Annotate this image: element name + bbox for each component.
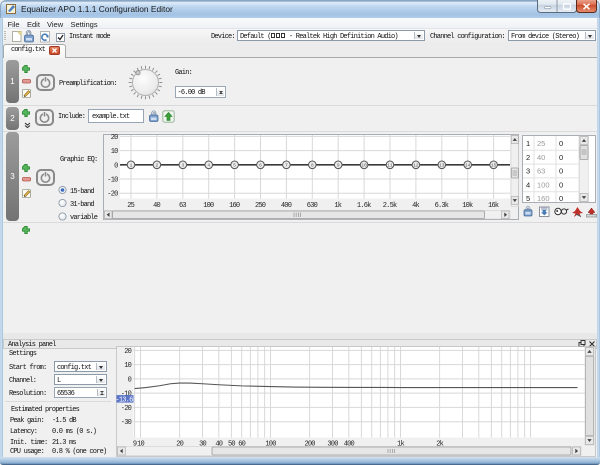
- svg-text:0: 0: [559, 167, 563, 176]
- svg-text:-20: -20: [107, 191, 118, 199]
- svg-text:-13.6: -13.6: [116, 396, 133, 404]
- svg-text:40: 40: [153, 202, 160, 210]
- svg-text:4k: 4k: [412, 202, 419, 210]
- svg-text:63: 63: [179, 202, 186, 210]
- svg-text:40: 40: [537, 153, 545, 162]
- svg-text:3: 3: [526, 167, 530, 176]
- svg-text:9: 9: [337, 163, 340, 169]
- svg-text:0: 0: [114, 162, 118, 170]
- svg-text:25: 25: [127, 202, 134, 210]
- svg-text:1.6k: 1.6k: [357, 202, 371, 210]
- svg-text:20: 20: [111, 134, 118, 142]
- svg-text:10: 10: [361, 163, 367, 169]
- svg-text:400: 400: [281, 202, 292, 210]
- svg-text:250: 250: [255, 202, 266, 210]
- svg-text:0: 0: [559, 139, 563, 148]
- svg-text:1: 1: [130, 163, 133, 169]
- svg-text:0: 0: [128, 376, 132, 384]
- svg-text:7: 7: [285, 163, 288, 169]
- svg-text:2: 2: [156, 163, 159, 169]
- svg-text:5: 5: [233, 163, 236, 169]
- svg-text:6.3k: 6.3k: [435, 202, 449, 210]
- svg-text:100: 100: [203, 202, 214, 210]
- svg-text:4: 4: [526, 180, 530, 189]
- svg-text:100: 100: [537, 180, 550, 189]
- svg-text:-10: -10: [107, 177, 118, 185]
- svg-text:8: 8: [311, 163, 314, 169]
- svg-text:1k: 1k: [334, 202, 341, 210]
- svg-text:63: 63: [537, 167, 545, 176]
- svg-text:-20: -20: [121, 405, 132, 413]
- svg-text:0: 0: [559, 194, 563, 203]
- svg-text:10: 10: [124, 362, 131, 370]
- svg-text:11: 11: [387, 163, 393, 169]
- svg-text:5: 5: [526, 194, 530, 203]
- svg-text:16k: 16k: [488, 202, 499, 210]
- svg-text:2: 2: [526, 153, 530, 162]
- svg-text:3: 3: [181, 163, 184, 169]
- svg-text:14: 14: [465, 163, 471, 169]
- svg-text:13: 13: [439, 163, 445, 169]
- svg-text:160: 160: [229, 202, 240, 210]
- svg-text:4: 4: [207, 163, 210, 169]
- svg-text:10k: 10k: [462, 202, 473, 210]
- svg-text:630: 630: [307, 202, 318, 210]
- svg-text:160: 160: [537, 194, 550, 203]
- svg-text:2.5k: 2.5k: [383, 202, 397, 210]
- svg-text:6: 6: [259, 163, 262, 169]
- svg-text:15: 15: [491, 163, 497, 169]
- svg-text:0: 0: [559, 153, 563, 162]
- svg-text:20: 20: [124, 348, 131, 356]
- svg-text:12: 12: [413, 163, 419, 169]
- svg-text:-30: -30: [121, 419, 132, 427]
- svg-text:10: 10: [111, 148, 118, 156]
- svg-text:0: 0: [559, 180, 563, 189]
- svg-text:25: 25: [537, 139, 545, 148]
- svg-text:1: 1: [526, 139, 530, 148]
